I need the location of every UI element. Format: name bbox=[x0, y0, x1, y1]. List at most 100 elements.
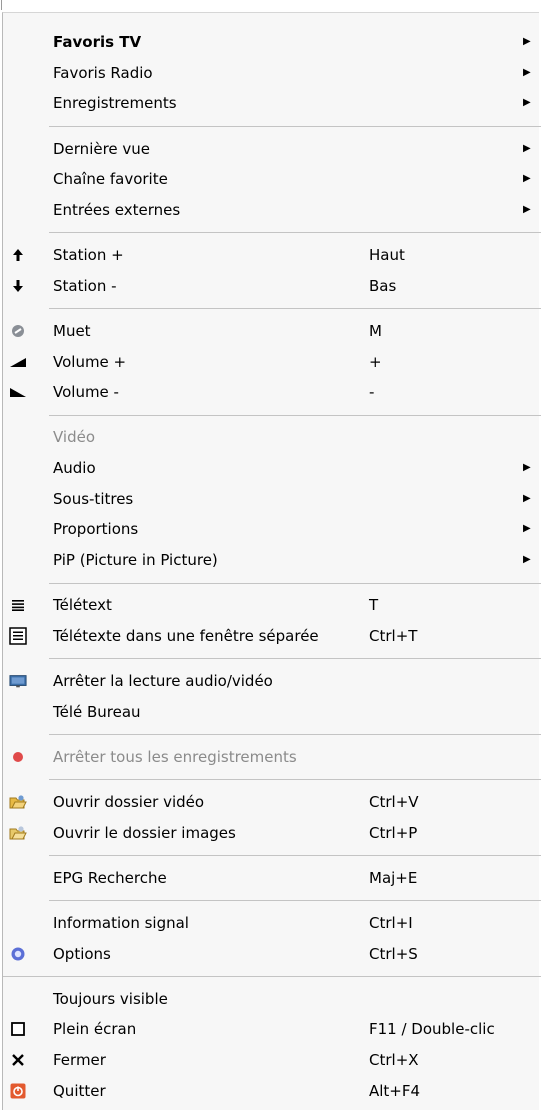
menu-separator bbox=[49, 779, 541, 781]
menu-item-label: Télé Bureau bbox=[53, 702, 141, 721]
menu-separator bbox=[49, 414, 541, 416]
menu-item-teletexte-dans-une-fenetre-separee[interactable]: Télétexte dans une fenêtre séparée Ctrl+T bbox=[3, 621, 539, 651]
teletext-window-icon bbox=[9, 627, 27, 645]
menu-item-station[interactable]: Station - Bas bbox=[3, 271, 539, 301]
menu-item-label: Sous-titres bbox=[53, 489, 134, 508]
menu-item-label: Options bbox=[53, 944, 111, 963]
menu-item-epg-recherche[interactable]: EPG Recherche Maj+E bbox=[3, 863, 539, 893]
menu-item-shortcut: Ctrl+P bbox=[369, 823, 418, 842]
menu-separator bbox=[49, 232, 541, 234]
submenu-arrow-icon: ▶ bbox=[523, 203, 531, 215]
submenu-arrow-icon: ▶ bbox=[523, 173, 531, 185]
menu-item-shortcut: T bbox=[369, 596, 379, 615]
menu-item-quitter[interactable]: Quitter Alt+F4 bbox=[3, 1076, 539, 1106]
menu-item-enregistrements[interactable]: Enregistrements ▶ bbox=[3, 88, 539, 118]
menu-item-label: Station - bbox=[53, 276, 117, 295]
menu-item-label: Arrêter la lecture audio/vidéo bbox=[53, 672, 273, 690]
menu-item-favoris-radio[interactable]: Favoris Radio ▶ bbox=[3, 58, 539, 88]
teletext-icon bbox=[9, 596, 27, 614]
menu-item-shortcut: Alt+F4 bbox=[369, 1081, 421, 1100]
menu-item-label: Quitter bbox=[53, 1081, 106, 1100]
menu-item-proportions[interactable]: Proportions ▶ bbox=[3, 514, 539, 544]
menu-item-options[interactable]: Options Ctrl+S bbox=[3, 939, 539, 969]
submenu-arrow-icon: ▶ bbox=[523, 142, 531, 154]
menu-item-shortcut: Ctrl+V bbox=[369, 792, 419, 811]
submenu-arrow-icon: ▶ bbox=[523, 554, 531, 566]
menu-item-label: Télétext bbox=[53, 596, 112, 615]
monitor-icon bbox=[9, 672, 27, 690]
menu-item-label: Favoris TV bbox=[53, 33, 142, 51]
menu-item-shortcut: F11 / Double-clic bbox=[369, 1020, 495, 1039]
volume-up-icon bbox=[9, 353, 27, 371]
menu-item-label: PiP (Picture in Picture) bbox=[53, 551, 218, 570]
menu-item-tele-bureau[interactable]: Télé Bureau bbox=[3, 697, 539, 727]
menu-item-label: Chaîne favorite bbox=[53, 170, 168, 189]
submenu-arrow-icon: ▶ bbox=[523, 523, 531, 535]
menu-separator bbox=[49, 855, 541, 856]
menu-item-volume[interactable]: Volume + + bbox=[3, 347, 539, 377]
menu-item-arreter-tous-les-enregistrements: Arrêter tous les enregistrements bbox=[3, 742, 539, 772]
menu-item-label: Proportions bbox=[53, 520, 139, 539]
menu-item-sous-titres[interactable]: Sous-titres ▶ bbox=[3, 484, 539, 514]
menu-item-pip-picture-in-picture[interactable]: PiP (Picture in Picture) ▶ bbox=[3, 545, 539, 575]
arrow-down-icon bbox=[9, 277, 27, 295]
volume-down-icon bbox=[9, 383, 27, 401]
menu-separator bbox=[49, 900, 541, 902]
menu-item-shortcut: Bas bbox=[369, 276, 397, 295]
arrow-up-icon bbox=[9, 246, 27, 264]
menu-separator bbox=[49, 125, 541, 127]
menu-item-muet[interactable]: Muet M bbox=[3, 316, 539, 346]
menu-top-edge bbox=[0, 0, 10, 12]
menu-separator bbox=[49, 308, 541, 310]
menu-item-label: Entrées externes bbox=[53, 200, 181, 219]
fullscreen-icon bbox=[9, 1020, 27, 1038]
menu-item-label: Volume - bbox=[53, 383, 119, 402]
menu-item-chaine-favorite[interactable]: Chaîne favorite ▶ bbox=[3, 164, 539, 194]
menu-item-derniere-vue[interactable]: Dernière vue ▶ bbox=[3, 134, 539, 164]
submenu-arrow-icon: ▶ bbox=[523, 36, 531, 47]
menu-item-label: Volume + bbox=[53, 352, 127, 371]
close-icon bbox=[9, 1051, 27, 1069]
quit-icon bbox=[9, 1082, 27, 1100]
submenu-arrow-icon: ▶ bbox=[523, 462, 531, 473]
menu-item-shortcut: M bbox=[369, 321, 382, 340]
record-icon bbox=[9, 748, 27, 766]
submenu-arrow-icon: ▶ bbox=[523, 66, 531, 78]
menu-item-teletext[interactable]: Télétext T bbox=[3, 590, 539, 620]
menu-item-plein-ecran[interactable]: Plein écran F11 / Double-clic bbox=[3, 1014, 539, 1044]
menu-item-label: Télétexte dans une fenêtre séparée bbox=[53, 626, 319, 645]
menu-item-information-signal[interactable]: Information signal Ctrl+I bbox=[3, 908, 539, 938]
menu-item-entrees-externes[interactable]: Entrées externes ▶ bbox=[3, 195, 539, 225]
menu-item-label: Toujours visible bbox=[53, 989, 168, 1008]
menu-separator bbox=[49, 658, 541, 660]
menu-item-station[interactable]: Station + Haut bbox=[3, 240, 539, 270]
submenu-arrow-icon: ▶ bbox=[523, 97, 531, 109]
menu-item-label: Arrêter tous les enregistrements bbox=[53, 747, 297, 766]
submenu-arrow-icon: ▶ bbox=[523, 492, 531, 504]
menu-item-label: EPG Recherche bbox=[53, 868, 167, 887]
menu-item-shortcut: + bbox=[369, 352, 382, 371]
menu-item-label: Station + bbox=[53, 246, 124, 264]
menu-item-label: Favoris Radio bbox=[53, 63, 153, 82]
menu-item-shortcut: Ctrl+I bbox=[369, 913, 413, 932]
menu-separator bbox=[49, 734, 541, 736]
menu-item-fermer[interactable]: Fermer Ctrl+X bbox=[3, 1045, 539, 1075]
menu-item-ouvrir-dossier-video[interactable]: Ouvrir dossier vidéo Ctrl+V bbox=[3, 787, 539, 817]
menu-item-label: Enregistrements bbox=[53, 94, 177, 113]
menu-item-audio[interactable]: Audio ▶ bbox=[3, 453, 539, 483]
menu-item-favoris-tv[interactable]: Favoris TV ▶ bbox=[3, 27, 539, 57]
menu-item-arreter-la-lecture-audio-video[interactable]: Arrêter la lecture audio/vidéo bbox=[3, 666, 539, 696]
menu-item-shortcut: Maj+E bbox=[369, 868, 418, 887]
mute-icon bbox=[9, 322, 27, 340]
menu-item-label: Vidéo bbox=[53, 428, 96, 447]
menu-separator bbox=[49, 582, 541, 584]
menu-item-volume[interactable]: Volume - - bbox=[3, 377, 539, 407]
menu-item-label: Audio bbox=[53, 459, 96, 477]
menu-item-shortcut: Ctrl+S bbox=[369, 944, 418, 963]
menu-item-shortcut: - bbox=[369, 383, 375, 402]
folder-video-icon bbox=[9, 793, 27, 811]
context-menu: Favoris TV ▶ Favoris Radio ▶ Enregistrements… bbox=[2, 12, 541, 1110]
menu-item-toujours-visible[interactable]: Toujours visible bbox=[3, 984, 539, 1014]
menu-item-ouvrir-le-dossier-images[interactable]: Ouvrir le dossier images Ctrl+P bbox=[3, 818, 539, 848]
menu-item-label: Information signal bbox=[53, 913, 189, 932]
